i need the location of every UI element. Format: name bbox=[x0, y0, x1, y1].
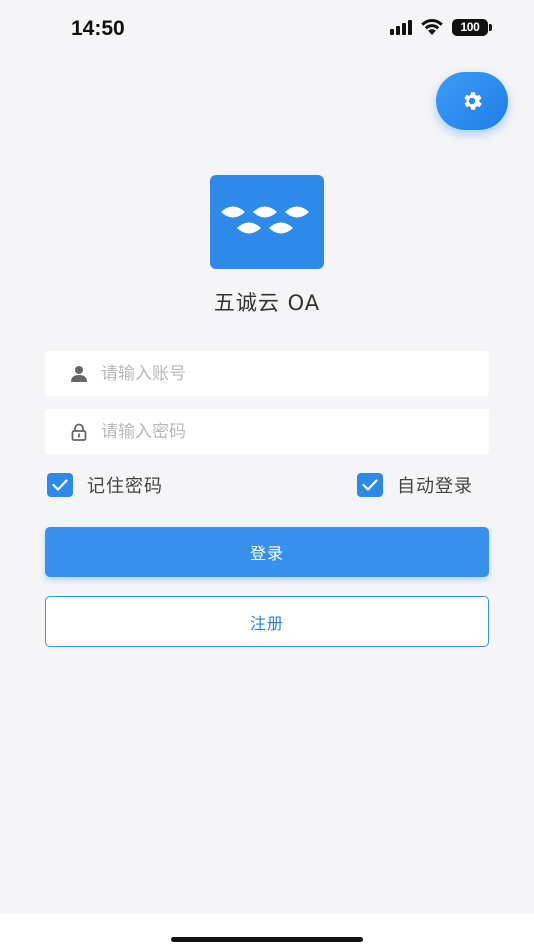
status-icons: 100 bbox=[390, 18, 492, 36]
app-logo bbox=[210, 175, 324, 269]
signal-icon bbox=[390, 19, 412, 35]
auto-login-option[interactable]: 自动登录 bbox=[357, 472, 473, 498]
settings-button[interactable] bbox=[436, 72, 508, 130]
lock-icon bbox=[67, 420, 91, 444]
auto-login-checkbox[interactable] bbox=[357, 473, 383, 497]
leaves-logo-icon bbox=[221, 206, 309, 234]
remember-password-checkbox[interactable] bbox=[47, 473, 73, 497]
remember-password-option[interactable]: 记住密码 bbox=[47, 472, 163, 498]
remember-password-label: 记住密码 bbox=[87, 476, 163, 497]
login-screen: 14:50 100 五诚云 OA 请输入账号 记住密码 自动登录 登录 注册 bbox=[0, 0, 534, 950]
password-field[interactable] bbox=[45, 409, 489, 454]
auto-login-label: 自动登录 bbox=[397, 476, 473, 497]
login-button[interactable]: 登录 bbox=[45, 527, 489, 577]
register-button[interactable]: 注册 bbox=[45, 596, 489, 647]
account-field[interactable] bbox=[45, 351, 489, 396]
account-input[interactable] bbox=[101, 363, 461, 384]
user-icon bbox=[67, 362, 91, 386]
checkmark-icon bbox=[362, 479, 378, 491]
status-bar: 14:50 100 bbox=[0, 0, 534, 58]
battery-level: 100 bbox=[460, 20, 480, 34]
home-indicator[interactable] bbox=[171, 937, 363, 942]
battery-icon: 100 bbox=[452, 18, 492, 36]
bottom-area bbox=[0, 914, 534, 950]
checkmark-icon bbox=[52, 479, 68, 491]
wifi-icon bbox=[420, 18, 444, 36]
gear-icon bbox=[464, 92, 482, 110]
status-time: 14:50 bbox=[71, 17, 125, 40]
app-name: 五诚云 OA bbox=[213, 291, 321, 315]
password-input[interactable] bbox=[101, 421, 461, 442]
